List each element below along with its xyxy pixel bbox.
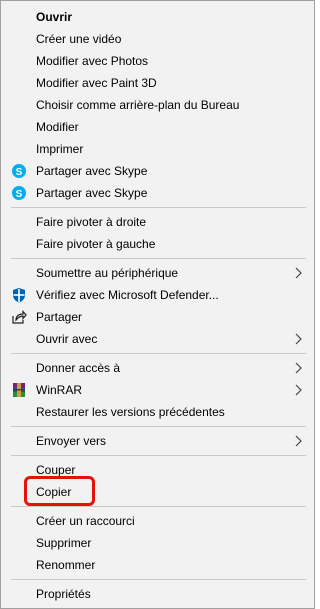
menu-item-label: WinRAR (36, 383, 83, 397)
separator (11, 455, 306, 456)
menu-item-restaurer-versions[interactable]: Restaurer les versions précédentes (3, 401, 312, 423)
chevron-right-icon (295, 384, 303, 396)
menu-item-partager[interactable]: Partager (3, 306, 312, 328)
separator (11, 506, 306, 507)
menu-item-proprietes[interactable]: Propriétés (3, 583, 312, 605)
chevron-right-icon (295, 362, 303, 374)
chevron-right-icon (295, 267, 303, 279)
share-icon (11, 309, 27, 325)
menu-item-label: Partager avec Skype (36, 186, 148, 200)
menu-item-label: Supprimer (36, 536, 92, 550)
separator (11, 426, 306, 427)
menu-item-pivoter-gauche[interactable]: Faire pivoter à gauche (3, 233, 312, 255)
menu-item-skype-1[interactable]: S Partager avec Skype (3, 160, 312, 182)
menu-item-modifier-photos[interactable]: Modifier avec Photos (3, 50, 312, 72)
menu-item-label: Choisir comme arrière-plan du Bureau (36, 98, 240, 112)
svg-text:S: S (16, 189, 23, 200)
skype-icon: S (11, 163, 27, 179)
menu-item-winrar[interactable]: WinRAR (3, 379, 312, 401)
menu-item-ouvrir-avec[interactable]: Ouvrir avec (3, 328, 312, 350)
menu-item-envoyer-vers[interactable]: Envoyer vers (3, 430, 312, 452)
menu-item-modifier[interactable]: Modifier (3, 116, 312, 138)
menu-item-label: Ouvrir (36, 10, 73, 24)
menu-item-creer-raccourci[interactable]: Créer un raccourci (3, 510, 312, 532)
menu-item-label: Faire pivoter à droite (36, 215, 147, 229)
menu-item-label: Restaurer les versions précédentes (36, 405, 225, 419)
menu-item-label: Ouvrir avec (36, 332, 98, 346)
menu-item-soumettre-peripherique[interactable]: Soumettre au périphérique (3, 262, 312, 284)
defender-shield-icon (11, 287, 27, 303)
menu-item-label: Créer un raccourci (36, 514, 135, 528)
separator (11, 579, 306, 580)
copy-highlight-box (24, 476, 95, 506)
menu-item-label: Donner accès à (36, 361, 121, 375)
menu-item-label: Couper (36, 463, 76, 477)
menu-item-label: Créer une vidéo (36, 32, 122, 46)
menu-item-label: Vérifiez avec Microsoft Defender... (36, 288, 219, 302)
menu-item-label: Imprimer (36, 142, 84, 156)
winrar-icon (11, 382, 27, 398)
context-menu: Ouvrir Créer une vidéo Modifier avec Pho… (0, 0, 315, 609)
menu-item-skype-2[interactable]: S Partager avec Skype (3, 182, 312, 204)
menu-item-pivoter-droite[interactable]: Faire pivoter à droite (3, 211, 312, 233)
menu-item-imprimer[interactable]: Imprimer (3, 138, 312, 160)
menu-item-donner-acces[interactable]: Donner accès à (3, 357, 312, 379)
chevron-right-icon (295, 333, 303, 345)
menu-item-renommer[interactable]: Renommer (3, 554, 312, 576)
menu-item-label: Modifier avec Paint 3D (36, 76, 157, 90)
separator (11, 353, 306, 354)
menu-item-label: Propriétés (36, 587, 91, 601)
menu-item-arriere-plan[interactable]: Choisir comme arrière-plan du Bureau (3, 94, 312, 116)
separator (11, 258, 306, 259)
svg-text:S: S (16, 167, 23, 178)
separator (11, 207, 306, 208)
menu-item-label: Renommer (36, 558, 96, 572)
menu-item-label: Faire pivoter à gauche (36, 237, 156, 251)
chevron-right-icon (295, 435, 303, 447)
menu-item-ouvrir[interactable]: Ouvrir (3, 6, 312, 28)
menu-item-modifier-paint3d[interactable]: Modifier avec Paint 3D (3, 72, 312, 94)
menu-item-label: Envoyer vers (36, 434, 107, 448)
menu-item-supprimer[interactable]: Supprimer (3, 532, 312, 554)
menu-item-label: Soumettre au périphérique (36, 266, 179, 280)
menu-item-label: Modifier (36, 120, 79, 134)
menu-item-label: Partager avec Skype (36, 164, 148, 178)
menu-item-label: Partager (36, 310, 83, 324)
menu-item-creer-video[interactable]: Créer une vidéo (3, 28, 312, 50)
skype-icon: S (11, 185, 27, 201)
menu-item-label: Modifier avec Photos (36, 54, 149, 68)
menu-item-defender[interactable]: Vérifiez avec Microsoft Defender... (3, 284, 312, 306)
